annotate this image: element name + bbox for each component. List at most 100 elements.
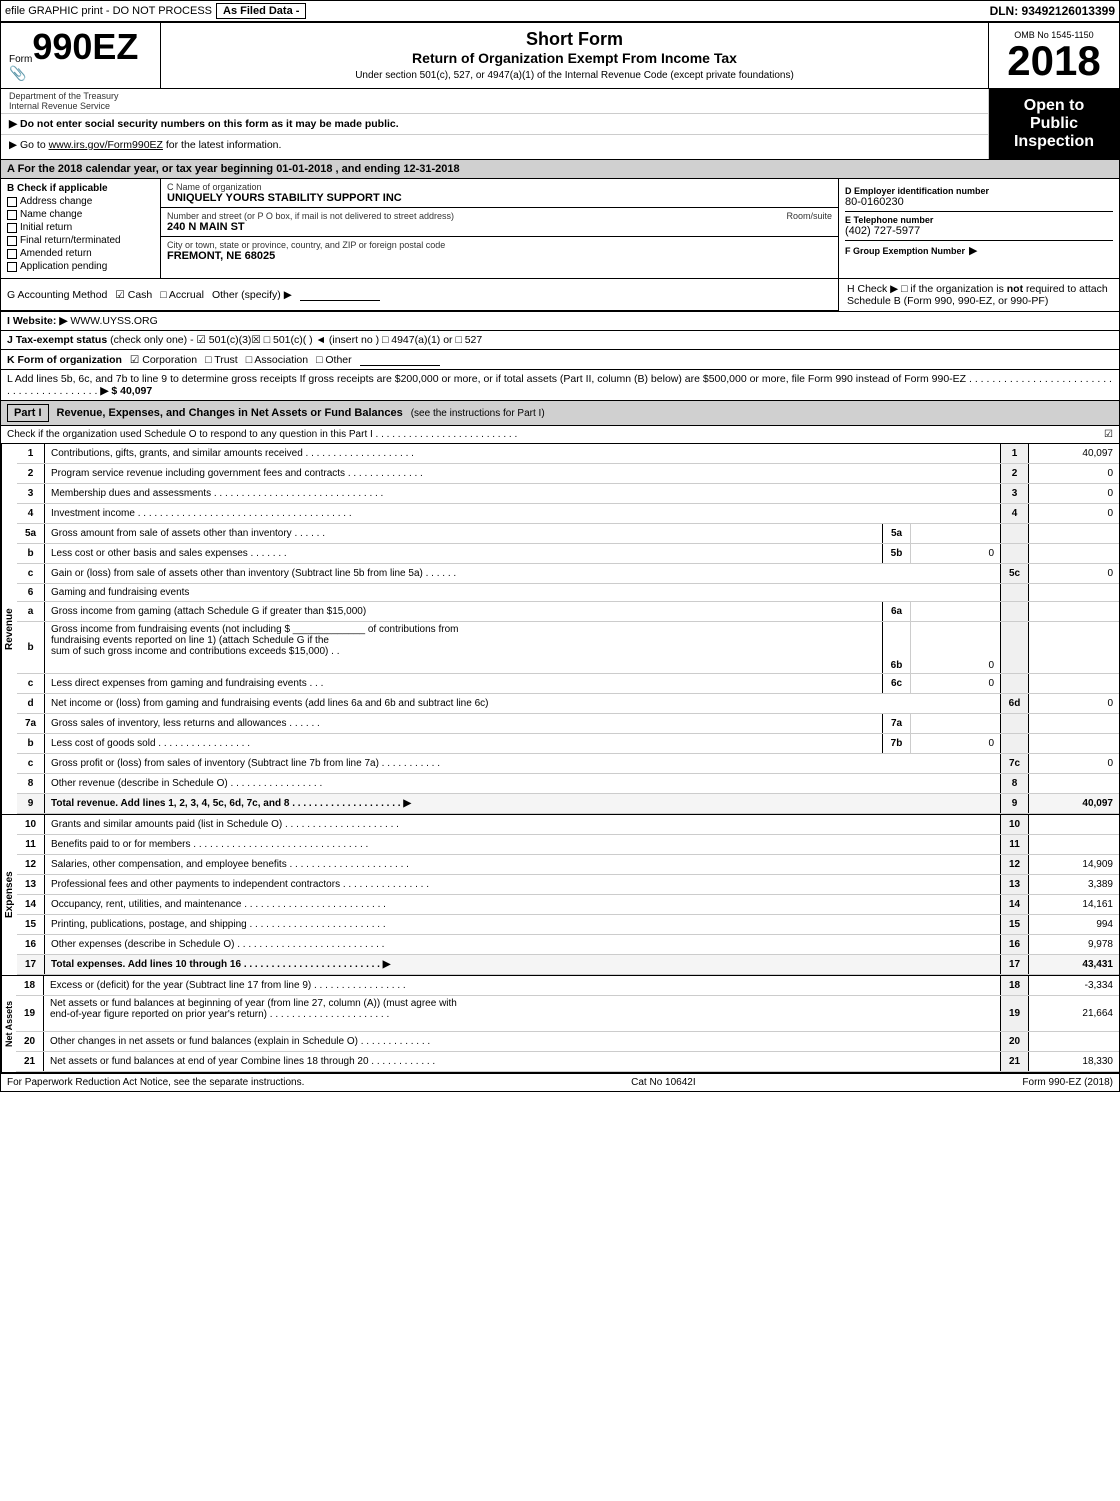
info-grid: B Check if applicable Address change Nam…	[1, 179, 1119, 279]
row-value-2: 0	[1029, 464, 1119, 483]
checkbox-initial: Initial return	[7, 222, 154, 233]
checkbox-amended: Amended return	[7, 248, 154, 259]
row-finalval-5b	[1029, 544, 1119, 563]
part-i-check-value: ☑	[1104, 429, 1113, 440]
row-linenum-5	[1001, 524, 1029, 543]
row-desc-1: Contributions, gifts, grants, and simila…	[45, 444, 1001, 463]
form-logo-area: Form 990EZ 📎	[1, 23, 161, 88]
row-num-5c: c	[17, 564, 45, 583]
section-k: K Form of organization ☑ Corporation □ T…	[1, 350, 1119, 370]
section-k-label: K Form of organization	[7, 354, 122, 366]
row-desc-2: Program service revenue including govern…	[45, 464, 1001, 483]
checkbox-final-box	[7, 236, 17, 246]
row-num-6b: b	[17, 622, 45, 673]
row-finalval-5c: 0	[1029, 564, 1119, 583]
table-row: 12 Salaries, other compensation, and emp…	[17, 855, 1119, 875]
row-linenum-16: 16	[1001, 935, 1029, 954]
checkbox-amended-box	[7, 249, 17, 259]
org-name-value: UNIQUELY YOURS STABILITY SUPPORT INC	[167, 192, 832, 204]
row-num-20: 20	[16, 1032, 44, 1051]
row-val-5b: 0	[911, 544, 1001, 563]
city-value: FREMONT, NE 68025	[167, 250, 832, 262]
part-i-title: Revenue, Expenses, and Changes in Net As…	[57, 407, 403, 419]
row-val-5a	[911, 524, 1001, 543]
row-value-1: 40,097	[1029, 444, 1119, 463]
table-row: 15 Printing, publications, postage, and …	[17, 915, 1119, 935]
row-finalval-7b	[1029, 734, 1119, 753]
row-num-12: 12	[17, 855, 45, 874]
table-row: 21 Net assets or fund balances at end of…	[16, 1052, 1119, 1072]
efile-label: efile GRAPHIC print - DO NOT PROCESS	[5, 5, 212, 17]
row-finalval-5	[1029, 524, 1119, 543]
row-finalval-13: 3,389	[1029, 875, 1119, 894]
row-desc-3: Membership dues and assessments . . . . …	[45, 484, 1001, 503]
row-desc-14: Occupancy, rent, utilities, and maintena…	[45, 895, 1001, 914]
row-desc-6a: Gross income from gaming (attach Schedul…	[45, 602, 883, 621]
row-num-14: 14	[17, 895, 45, 914]
row-desc-6b-text2: fundraising events reported on line 1) (…	[51, 635, 329, 646]
row-label-7a: 7a	[883, 714, 911, 733]
row-label-6b: 6b	[883, 622, 911, 673]
row-desc-6c: Less direct expenses from gaming and fun…	[45, 674, 883, 693]
row-finalval-12: 14,909	[1029, 855, 1119, 874]
row-val-6a	[911, 602, 1001, 621]
row-finalval-6	[1029, 584, 1119, 601]
row-desc-6b-text: Gross income from fundraising events (no…	[51, 624, 458, 635]
open-label: Open to	[1024, 97, 1084, 115]
form-number: 990EZ	[32, 29, 138, 65]
main-form: Form 990EZ 📎 Short Form Return of Organi…	[0, 22, 1120, 1092]
checkbox-initial-label: Initial return	[20, 222, 72, 233]
ein-value: 80-0160230	[845, 196, 1113, 208]
accrual-checkbox: □ Accrual	[160, 289, 204, 301]
phone-value: (402) 727-5977	[845, 225, 1113, 237]
header-center: Short Form Return of Organization Exempt…	[161, 23, 989, 88]
expenses-side-label: Expenses	[1, 815, 17, 975]
checkbox-application-label: Application pending	[20, 261, 107, 272]
row-linenum-4: 4	[1001, 504, 1029, 523]
table-row: 4 Investment income . . . . . . . . . . …	[17, 504, 1119, 524]
row-finalval-11	[1029, 835, 1119, 854]
row-linenum-13: 13	[1001, 875, 1029, 894]
row-finalval-15: 994	[1029, 915, 1119, 934]
revenue-side-label: Revenue	[1, 444, 17, 814]
section-i-label: I Website: ▶	[7, 315, 67, 327]
row-num-2: 2	[17, 464, 45, 483]
row-desc-11: Benefits paid to or for members . . . . …	[45, 835, 1001, 854]
top-bar-left: efile GRAPHIC print - DO NOT PROCESS As …	[5, 3, 990, 19]
footer-catno: Cat No 10642I	[631, 1077, 696, 1088]
section-h: H Check ▶ □ if the organization is not r…	[839, 279, 1119, 311]
row-num-6c: c	[17, 674, 45, 693]
row-num-5b: b	[17, 544, 45, 563]
table-row: 14 Occupancy, rent, utilities, and maint…	[17, 895, 1119, 915]
row-num-11: 11	[17, 835, 45, 854]
street-row: Number and street (or P O box, if mail i…	[161, 208, 838, 237]
row-linenum-6d: 6d	[1001, 694, 1029, 713]
part-i-check-row: Check if the organization used Schedule …	[1, 426, 1119, 444]
row-desc-16: Other expenses (describe in Schedule O) …	[45, 935, 1001, 954]
section-i: I Website: ▶ WWW.UYSS.ORG	[1, 312, 1119, 331]
row-linenum-5c: 5c	[1001, 564, 1029, 583]
row-finalval-7a	[1029, 714, 1119, 733]
section-i-website: WWW.UYSS.ORG	[70, 315, 158, 327]
row-linenum-10: 10	[1001, 815, 1029, 834]
section-k-trust: □ Trust	[205, 354, 238, 366]
row-desc-7b: Less cost of goods sold . . . . . . . . …	[45, 734, 883, 753]
row-num-9: 9	[17, 794, 45, 813]
section-a: A For the 2018 calendar year, or tax yea…	[1, 160, 1119, 179]
row-desc-6b-text3: sum of such gross income and contributio…	[51, 646, 340, 657]
checkbox-final: Final return/terminated	[7, 235, 154, 246]
row-linenum-15: 15	[1001, 915, 1029, 934]
top-bar: efile GRAPHIC print - DO NOT PROCESS As …	[0, 0, 1120, 22]
row-finalval-16: 9,978	[1029, 935, 1119, 954]
dln-number: DLN: 93492126013399	[990, 4, 1115, 18]
year-box: 2018	[1007, 40, 1100, 82]
section-j: J Tax-exempt status (check only one) - ☑…	[1, 331, 1119, 350]
row-finalval-6c	[1029, 674, 1119, 693]
row-label-6c: 6c	[883, 674, 911, 693]
org-name-label: C Name of organization	[167, 182, 832, 192]
table-row: 17 Total expenses. Add lines 10 through …	[17, 955, 1119, 975]
phone-row: E Telephone number (402) 727-5977	[845, 212, 1113, 241]
row-linenum-18: 18	[1001, 976, 1029, 995]
row-num-6a: a	[17, 602, 45, 621]
row-label-5a: 5a	[883, 524, 911, 543]
